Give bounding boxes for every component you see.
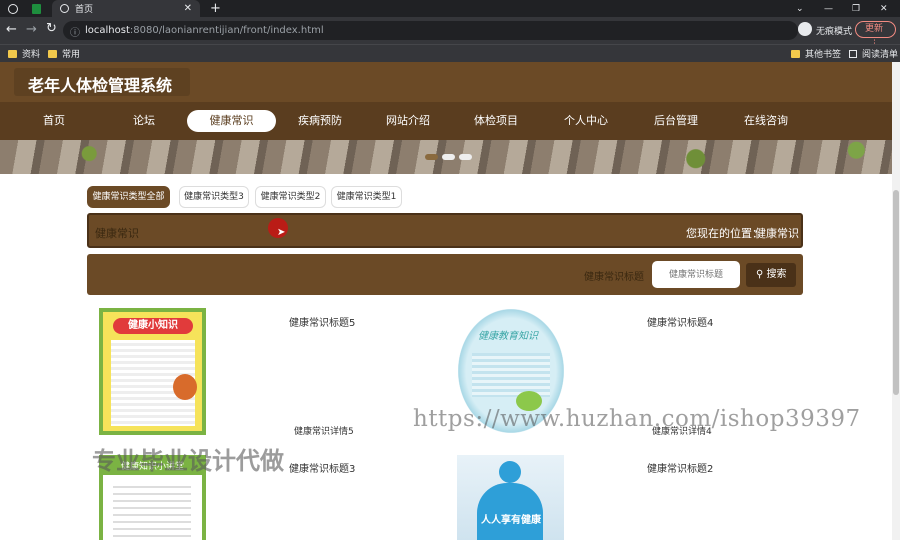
nav-site-intro[interactable]: 网站介绍 [363, 110, 453, 132]
nav-admin[interactable]: 后台管理 [631, 110, 721, 132]
nav-health-knowledge[interactable]: 健康常识 [187, 110, 276, 132]
close-icon[interactable]: ✕ [184, 3, 192, 14]
item-image-caption: 健康小知识 [113, 318, 193, 334]
reload-icon[interactable]: ↻ [46, 21, 57, 36]
category-2[interactable]: 健康常识类型2 [255, 186, 326, 208]
sheet-icon [32, 3, 41, 14]
item-title[interactable]: 健康常识标题2 [647, 460, 713, 475]
browser-tab-bar: 首页 ✕ + ⌄ — ❐ ✕ [0, 0, 900, 17]
update-button[interactable]: 更新⋮ [855, 21, 896, 49]
search-input[interactable] [652, 261, 740, 288]
location-label: 您现在的位置： [686, 227, 763, 240]
close-window-icon[interactable]: ✕ [880, 0, 888, 17]
tab-globe[interactable] [8, 0, 18, 17]
item-image-caption: 人人享有健康 [481, 515, 541, 526]
restore-icon[interactable]: ❐ [852, 0, 860, 17]
carousel-dot[interactable] [459, 154, 472, 160]
breadcrumb: 健康常识 您现在的位置： 健康常识 [87, 213, 803, 248]
category-1[interactable]: 健康常识类型1 [331, 186, 402, 208]
folder-icon [8, 49, 17, 58]
nav-online-consult[interactable]: 在线咨询 [721, 110, 811, 132]
globe-icon [60, 4, 69, 13]
search-button[interactable]: ⚲ 搜索 [746, 263, 796, 287]
item-image-caption: 健康教育知识 [478, 331, 538, 342]
url-watermark: https://www.huzhan.com/ishop39397 [413, 406, 861, 432]
bookmark-item[interactable]: 常用 [48, 45, 80, 62]
incognito-icon [798, 22, 812, 36]
item-image-head [499, 461, 521, 483]
item-image[interactable]: 人人享有健康 [457, 455, 564, 540]
item-title[interactable]: 健康常识标题4 [647, 314, 713, 329]
site-header: 老年人体检管理系统 [0, 62, 892, 102]
bookmarks-bar: 资料 常用 其他书签 阅读清单 [0, 44, 900, 62]
url-host: localhost [85, 25, 130, 36]
globe-icon [8, 3, 18, 14]
other-bookmarks-label: 其他书签 [805, 50, 842, 60]
section-title: 健康常识 [95, 227, 139, 240]
reading-list-icon [849, 49, 857, 58]
carousel-dot[interactable] [442, 154, 455, 160]
category-all[interactable]: 健康常识类型全部 [87, 186, 170, 208]
incognito-label: 无痕模式 [816, 27, 853, 37]
scrollbar-thumb[interactable] [893, 190, 899, 395]
bookmark-label: 常用 [62, 50, 81, 60]
item-title[interactable]: 健康常识标题3 [289, 460, 355, 475]
other-bookmarks[interactable]: 其他书签 [791, 45, 841, 62]
reading-list-label: 阅读清单 [862, 50, 899, 60]
update-label: 更新 [865, 24, 884, 34]
url-field[interactable]: ⓘ localhost:8080/laonianrentijian/front/… [63, 21, 798, 40]
text-watermark: 专业毕业设计代做 [92, 447, 284, 475]
carousel-dot[interactable] [425, 154, 438, 160]
info-icon: ⓘ [70, 28, 80, 39]
search-bar: 健康常识标题 ⚲ 搜索 [87, 254, 803, 295]
item-title[interactable]: 健康常识标题5 [289, 314, 355, 329]
back-icon[interactable]: ← [6, 22, 17, 37]
search-label: 健康常识标题 [584, 272, 644, 283]
folder-icon [48, 49, 57, 58]
tab-active[interactable]: 首页 ✕ [52, 0, 200, 17]
url-path: :8080/laonianrentijian/front/index.html [129, 25, 324, 36]
nav-checkup-items[interactable]: 体检项目 [451, 110, 541, 132]
bookmark-item[interactable]: 资料 [8, 45, 40, 62]
nav-personal-center[interactable]: 个人中心 [541, 110, 631, 132]
chevron-down-icon[interactable]: ⌄ [796, 0, 804, 17]
location-value[interactable]: 健康常识 [755, 225, 799, 241]
item-image-fruit [173, 374, 197, 400]
reading-list[interactable]: 阅读清单 [849, 45, 898, 62]
folder-icon [791, 49, 800, 58]
tab-sheet[interactable] [32, 0, 41, 17]
search-button-label: 搜索 [766, 269, 787, 280]
new-tab-button[interactable]: + [210, 0, 221, 17]
search-icon: ⚲ [756, 269, 764, 280]
nav-disease-prevention[interactable]: 疾病预防 [275, 110, 365, 132]
tab-title: 首页 [75, 5, 94, 15]
site-title: 老年人体检管理系统 [28, 76, 173, 95]
item-detail: 健康常识详情5 [294, 427, 354, 437]
minimize-icon[interactable]: — [824, 0, 833, 17]
item-image-text-lines [113, 481, 191, 539]
item-image-text-lines [472, 353, 550, 397]
nav-forum[interactable]: 论坛 [99, 110, 189, 132]
item-image[interactable]: 健康小知识 [99, 308, 206, 435]
cursor-icon: ➤ [277, 227, 286, 238]
nav-home[interactable]: 首页 [9, 110, 99, 132]
bookmark-label: 资料 [22, 50, 41, 60]
category-3[interactable]: 健康常识类型3 [179, 186, 249, 208]
forward-icon[interactable]: → [26, 22, 37, 37]
